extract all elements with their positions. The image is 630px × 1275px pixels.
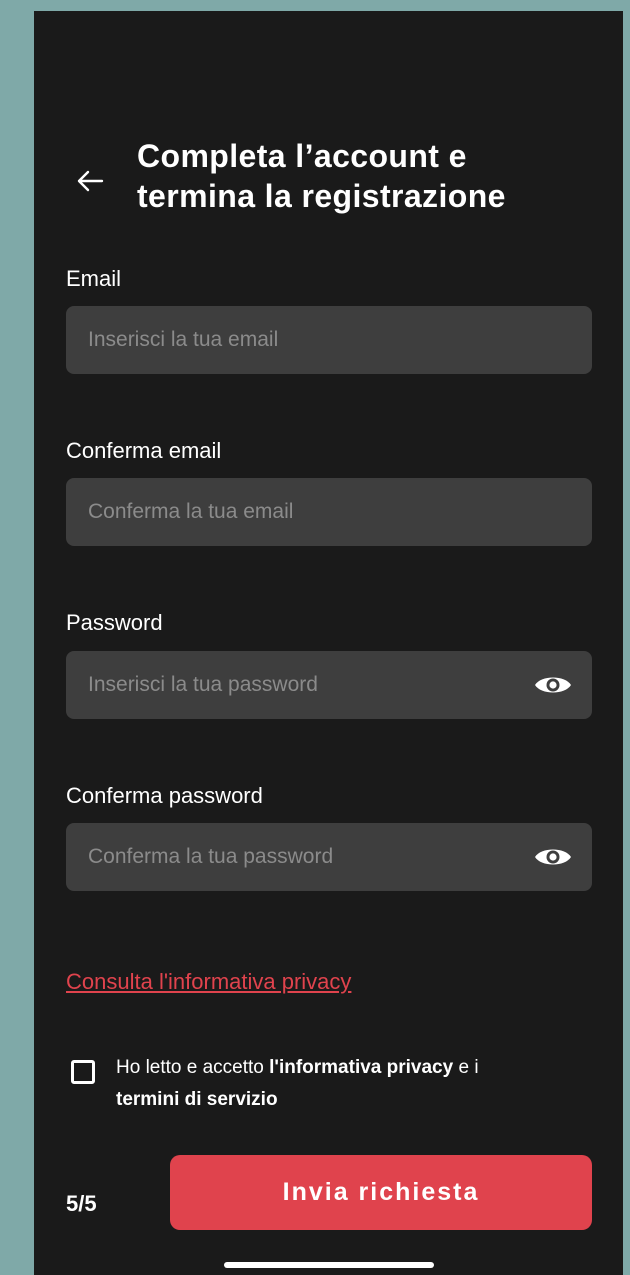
confirm-password-field[interactable] [66, 823, 592, 891]
eye-icon [535, 849, 571, 865]
password-field-container [66, 651, 592, 719]
consent-terms-of-service: termini di servizio [116, 1089, 278, 1110]
page-title: Completa l’account e termina la registra… [137, 136, 597, 216]
submit-request-button[interactable]: Invia richiesta [170, 1155, 592, 1230]
back-button[interactable] [72, 163, 108, 199]
step-indicator: 5/5 [66, 1191, 97, 1216]
privacy-policy-link[interactable]: Consulta l'informativa privacy [66, 969, 351, 995]
consent-privacy-term: l'informativa privacy [269, 1057, 454, 1078]
consent-text-part-2: e i [453, 1057, 479, 1078]
email-label: Email [66, 266, 122, 291]
registration-screen: Completa l’account e termina la registra… [34, 11, 623, 1275]
home-indicator [224, 1262, 434, 1268]
email-field[interactable] [66, 306, 592, 374]
confirm-password-label: Conferma password [66, 783, 263, 808]
confirm-email-field[interactable] [66, 478, 592, 546]
confirm-email-label: Conferma email [66, 438, 222, 463]
password-label: Password [66, 610, 163, 635]
show-confirm-password-toggle[interactable] [534, 841, 572, 873]
confirm-password-field-container [66, 823, 592, 891]
show-password-toggle[interactable] [534, 669, 572, 701]
consent-text: Ho letto e accetto l'informativa privacy… [116, 1052, 596, 1116]
confirm-email-field-container [66, 478, 592, 546]
consent-checkbox[interactable] [71, 1060, 95, 1084]
eye-icon [535, 677, 571, 693]
arrow-left-icon [77, 170, 104, 192]
consent-text-part-1: Ho letto e accetto [116, 1057, 270, 1078]
email-field-container [66, 306, 592, 374]
password-field[interactable] [66, 651, 592, 719]
page-title-line-1: Completa l’account e [137, 138, 467, 174]
page-title-line-2: termina la registrazione [137, 178, 506, 214]
